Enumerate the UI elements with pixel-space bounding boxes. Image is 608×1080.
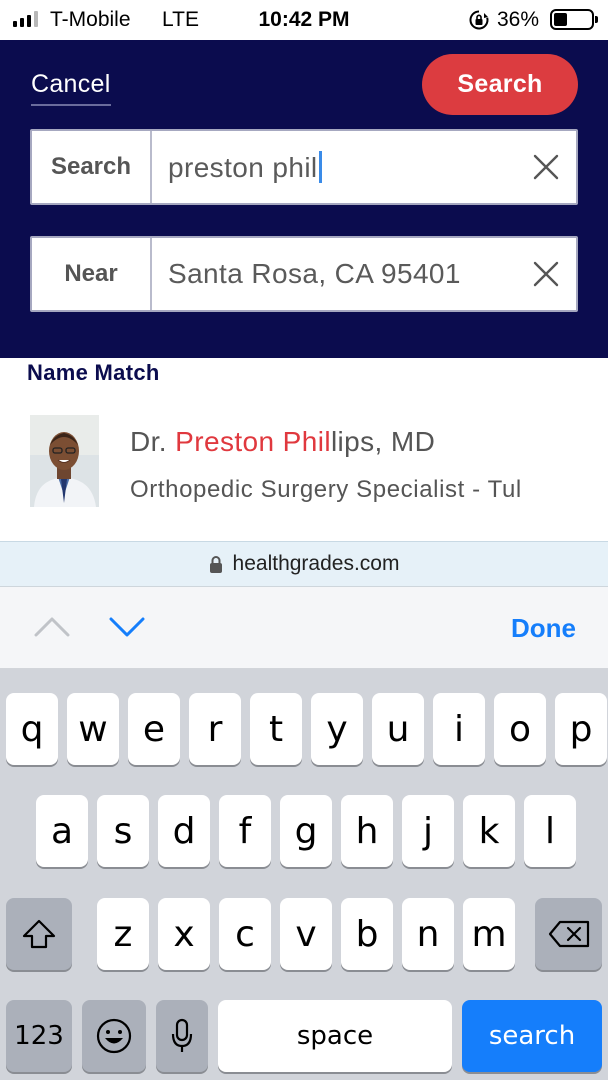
key-l[interactable]: l (524, 795, 576, 867)
text-cursor (318, 150, 322, 183)
section-title: Name Match (27, 360, 160, 385)
name-rest: lips, MD (330, 426, 436, 457)
search-input[interactable]: preston phil (152, 150, 516, 184)
microphone-key[interactable] (156, 1000, 208, 1072)
shift-icon (22, 919, 56, 949)
emoji-icon (96, 1018, 132, 1054)
search-field-label: Search (32, 131, 152, 203)
doctor-name[interactable]: Dr. Preston Phillips, MD (130, 426, 435, 458)
keyboard-accessory-bar: Done (0, 587, 608, 669)
key-v[interactable]: v (280, 898, 332, 970)
keyboard: 123 space search qwertyuiop asdfghjkl zxcv… (0, 669, 608, 1080)
orientation-lock-icon (469, 10, 489, 30)
key-q[interactable]: q (6, 693, 58, 765)
key-a[interactable]: a (36, 795, 88, 867)
battery-percent: 36% (497, 8, 540, 31)
close-icon (533, 261, 559, 287)
key-z[interactable]: z (97, 898, 149, 970)
key-r[interactable]: r (189, 693, 241, 765)
backspace-icon (548, 920, 589, 948)
backspace-key[interactable] (535, 898, 602, 970)
emoji-key[interactable] (82, 1000, 146, 1072)
key-c[interactable]: c (219, 898, 271, 970)
shift-key[interactable] (6, 898, 72, 970)
url-text: healthgrades.com (232, 552, 400, 575)
key-j[interactable]: j (402, 795, 454, 867)
key-i[interactable]: i (433, 693, 485, 765)
battery-icon (550, 9, 598, 30)
key-o[interactable]: o (494, 693, 546, 765)
key-p[interactable]: p (555, 693, 607, 765)
chevron-up-icon[interactable] (34, 609, 70, 645)
near-field-label: Near (32, 238, 152, 310)
key-h[interactable]: h (341, 795, 393, 867)
space-key[interactable]: space (218, 1000, 452, 1072)
key-m[interactable]: m (463, 898, 515, 970)
near-input[interactable]: Santa Rosa, CA 95401 (152, 258, 516, 290)
numbers-key[interactable]: 123 (6, 1000, 72, 1072)
cancel-button[interactable]: Cancel (31, 70, 111, 106)
doctor-photo (30, 415, 99, 507)
key-k[interactable]: k (463, 795, 515, 867)
key-x[interactable]: x (158, 898, 210, 970)
name-match-highlight: Preston Phil (175, 426, 331, 457)
key-g[interactable]: g (280, 795, 332, 867)
done-button[interactable]: Done (511, 613, 576, 644)
key-b[interactable]: b (341, 898, 393, 970)
key-s[interactable]: s (97, 795, 149, 867)
chevron-down-icon[interactable] (109, 609, 145, 645)
key-f[interactable]: f (219, 795, 271, 867)
search-field[interactable]: Search preston phil (30, 129, 578, 205)
key-w[interactable]: w (67, 693, 119, 765)
microphone-icon (171, 1018, 193, 1052)
key-e[interactable]: e (128, 693, 180, 765)
key-t[interactable]: t (250, 693, 302, 765)
screen: T-Mobile LTE 10:42 PM 36% Cancel Search … (0, 0, 608, 1080)
key-n[interactable]: n (402, 898, 454, 970)
key-u[interactable]: u (372, 693, 424, 765)
clear-near-button[interactable] (516, 261, 576, 287)
clear-search-button[interactable] (516, 154, 576, 180)
search-return-key[interactable]: search (462, 1000, 602, 1072)
status-bar: T-Mobile LTE 10:42 PM 36% (0, 0, 608, 40)
search-header: Cancel Search Search preston phil Near S… (0, 40, 608, 358)
close-icon (533, 154, 559, 180)
doctor-specialty: Orthopedic Surgery Specialist - Tul (130, 476, 522, 503)
key-d[interactable]: d (158, 795, 210, 867)
near-field[interactable]: Near Santa Rosa, CA 95401 (30, 236, 578, 312)
name-prefix: Dr. (130, 426, 176, 457)
lock-icon (209, 556, 222, 573)
battery-level (554, 13, 567, 26)
result-item[interactable]: Dr. Preston Phillips, MD Orthopedic Surg… (0, 402, 608, 540)
search-input-value: preston phil (168, 151, 318, 183)
search-button[interactable]: Search (422, 54, 578, 115)
key-y[interactable]: y (311, 693, 363, 765)
url-bar[interactable]: healthgrades.com (0, 541, 608, 587)
